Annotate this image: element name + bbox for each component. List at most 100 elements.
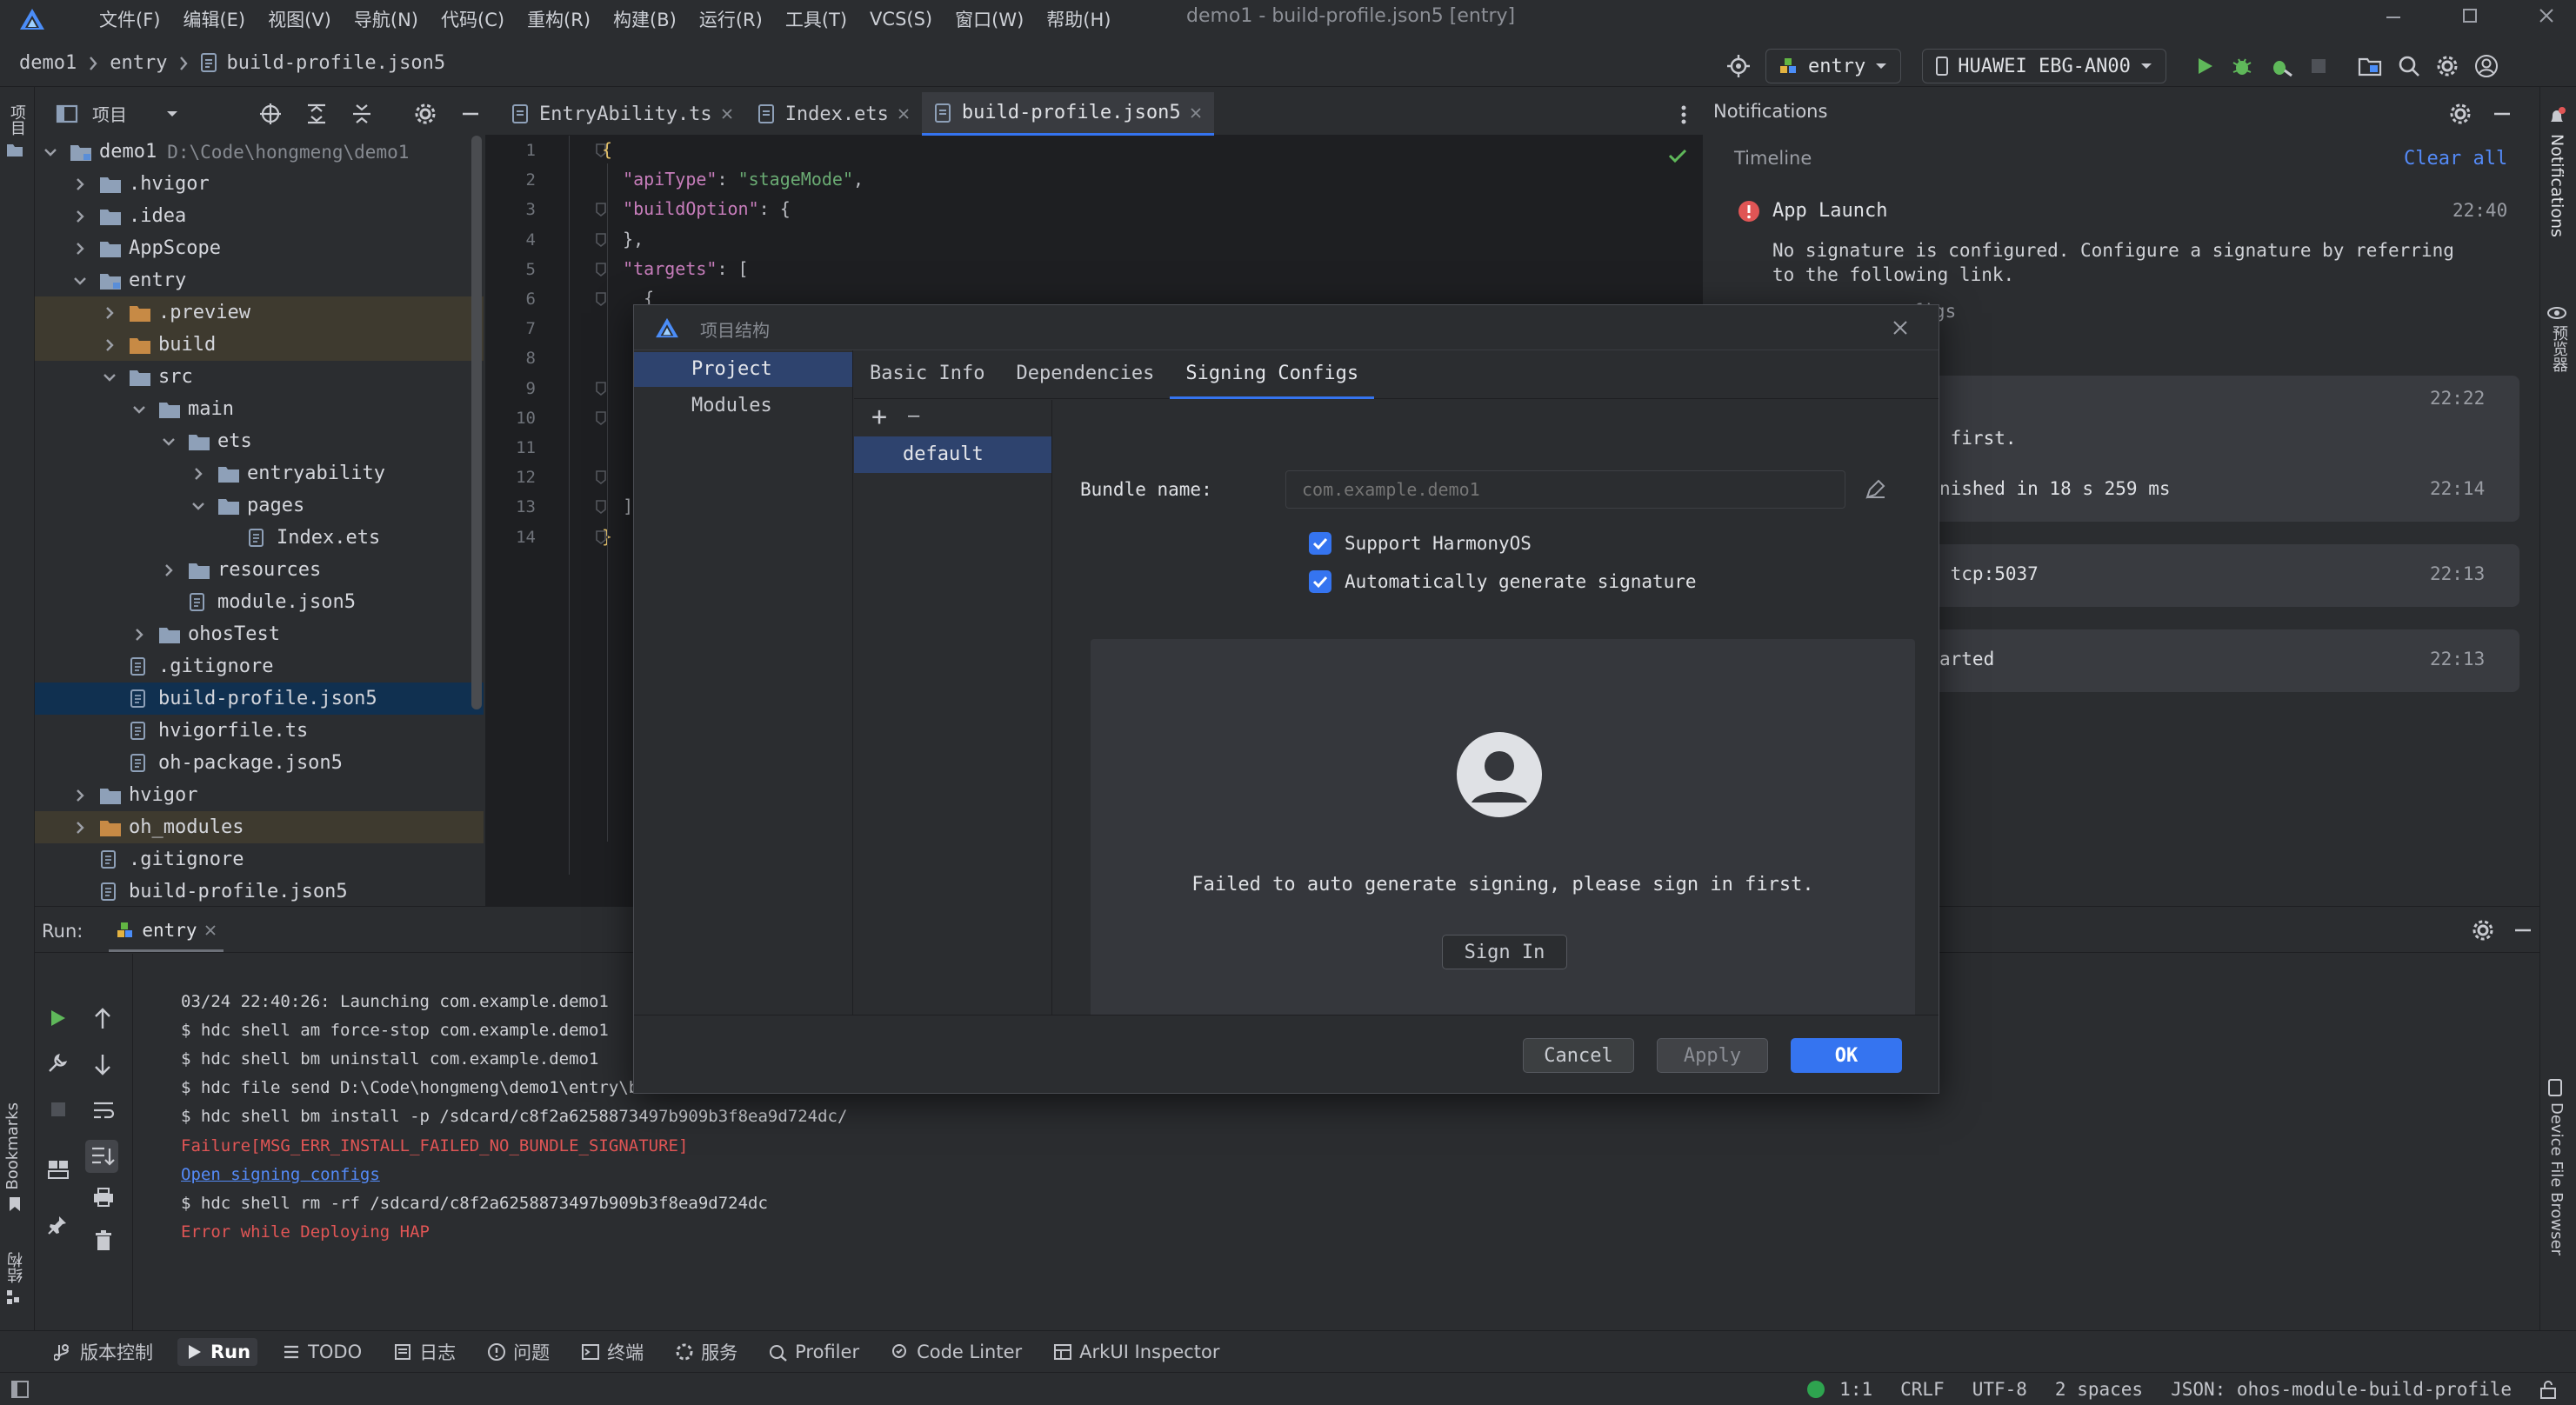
checkbox-1[interactable] <box>1308 569 1332 594</box>
close-tab-icon[interactable] <box>898 108 910 120</box>
chevron-right-icon[interactable] <box>73 210 87 223</box>
chevron-right-icon[interactable] <box>132 628 146 642</box>
caret-position[interactable]: 1:1 <box>1839 1379 1872 1400</box>
sign-in-button[interactable]: Sign In <box>1442 935 1567 969</box>
checkbox-row-1[interactable]: Automatically generate signature <box>1308 569 1697 594</box>
run-icon[interactable] <box>2194 56 2215 77</box>
breadcrumb-entry[interactable]: entry <box>110 52 167 74</box>
menu-item-8[interactable]: 工具(T) <box>785 6 847 32</box>
window-layout-icon[interactable] <box>10 1380 30 1399</box>
tree-item[interactable]: build-profile.json5 <box>35 876 484 906</box>
structure-tool-button[interactable]: 结构 <box>5 1252 30 1306</box>
line-separator[interactable]: CRLF <box>1900 1379 1945 1400</box>
device-file-browser-button[interactable]: Device File Browser <box>2547 1078 2572 1255</box>
hide-panel-icon[interactable] <box>461 103 480 125</box>
dialog-sidebar-item-0[interactable]: Project <box>634 352 852 387</box>
tree-item[interactable]: hvigorfile.ts <box>35 715 484 747</box>
tree-item[interactable]: main <box>35 393 484 425</box>
chevron-right-icon[interactable] <box>73 242 87 256</box>
apply-button[interactable]: Apply <box>1657 1038 1768 1073</box>
tree-item[interactable]: entry <box>35 264 484 296</box>
chevron-down-icon[interactable] <box>191 499 205 513</box>
close-tab-icon[interactable] <box>721 108 733 120</box>
tree-item[interactable]: .gitignore <box>35 650 484 683</box>
menu-item-9[interactable]: VCS(S) <box>870 9 932 30</box>
edit-pencil-icon[interactable] <box>1865 479 1885 500</box>
maximize-icon[interactable] <box>2461 7 2479 24</box>
tree-item[interactable]: entryability <box>35 457 484 489</box>
minimize-icon[interactable] <box>2385 7 2402 24</box>
collapse-all-icon[interactable] <box>351 103 372 125</box>
target-icon[interactable] <box>1727 55 1750 77</box>
json-schema[interactable]: JSON: ohos-module-build-profile <box>2171 1379 2512 1400</box>
notifications-tool-button[interactable]: Notifications <box>2547 106 2572 237</box>
debug-icon[interactable] <box>2231 55 2253 77</box>
project-panel-title[interactable]: 项目 <box>92 101 127 126</box>
tree-item[interactable]: build-profile.json5 <box>35 683 484 715</box>
tool-window-terminal[interactable]: 终端 <box>581 1339 644 1365</box>
tool-window-services[interactable]: 服务 <box>675 1339 737 1365</box>
file-encoding[interactable]: UTF-8 <box>1972 1379 2027 1400</box>
tree-item[interactable]: oh-package.json5 <box>35 747 484 779</box>
indent-setting[interactable]: 2 spaces <box>2055 1379 2143 1400</box>
tree-item[interactable]: .hvigor <box>35 168 484 200</box>
clear-all-link[interactable]: Clear all <box>2404 148 2507 170</box>
tool-window-problems[interactable]: 问题 <box>487 1339 550 1365</box>
cancel-button[interactable]: Cancel <box>1523 1038 1634 1073</box>
tree-item[interactable]: resources <box>35 554 484 586</box>
expand-all-icon[interactable] <box>306 103 327 125</box>
tree-item[interactable]: src <box>35 361 484 393</box>
close-window-icon[interactable] <box>2538 7 2555 24</box>
tree-item[interactable]: Index.ets <box>35 522 484 554</box>
ok-button[interactable]: OK <box>1791 1038 1902 1073</box>
run-config-selector[interactable]: entry <box>1765 49 1902 83</box>
menu-item-3[interactable]: 导航(N) <box>354 6 418 32</box>
close-dialog-icon[interactable] <box>1892 319 1909 336</box>
menu-item-5[interactable]: 重构(R) <box>527 6 591 32</box>
tree-root[interactable]: demo1 D:\Code\hongmeng\demo1 <box>35 136 484 168</box>
tree-item[interactable]: .idea <box>35 200 484 232</box>
dialog-tab-2[interactable]: Signing Configs <box>1170 350 1375 399</box>
chevron-right-icon[interactable] <box>191 467 205 481</box>
tool-window-arkui-inspector[interactable]: ArkUI Inspector <box>1053 1342 1220 1362</box>
signing-config-item[interactable]: default <box>854 436 1051 473</box>
chevron-down-icon[interactable] <box>103 370 117 384</box>
settings-gear-icon[interactable] <box>2436 55 2459 77</box>
chevron-right-icon[interactable] <box>73 821 87 835</box>
tree-item[interactable]: .preview <box>35 296 484 329</box>
bookmarks-tool-button[interactable]: Bookmarks <box>3 1102 30 1213</box>
menu-item-2[interactable]: 视图(V) <box>268 6 331 32</box>
chevron-right-icon[interactable] <box>103 306 117 320</box>
readonly-lock-icon[interactable] <box>2539 1380 2557 1399</box>
tree-item[interactable]: ets <box>35 425 484 457</box>
tool-window-code-linter[interactable]: Code Linter <box>891 1342 1022 1362</box>
chevron-right-icon[interactable] <box>73 177 87 191</box>
tree-scrollbar[interactable] <box>471 136 482 709</box>
tree-item[interactable]: module.json5 <box>35 586 484 618</box>
panel-settings-icon[interactable] <box>414 103 437 125</box>
tree-item[interactable]: pages <box>35 489 484 522</box>
locate-file-icon[interactable] <box>259 103 282 125</box>
editor-tab-1[interactable]: Index.ets <box>745 92 922 136</box>
attach-debugger-icon[interactable] <box>2269 55 2293 77</box>
menu-item-4[interactable]: 代码(C) <box>441 6 504 32</box>
search-icon[interactable] <box>2398 55 2420 77</box>
tool-window-vcs[interactable]: 版本控制 <box>54 1339 153 1365</box>
tool-window-log[interactable]: 日志 <box>393 1339 456 1365</box>
add-config-button[interactable]: + <box>871 402 887 432</box>
tree-item[interactable]: hvigor <box>35 779 484 811</box>
menu-item-11[interactable]: 帮助(H) <box>1046 6 1111 32</box>
chevron-down-icon[interactable] <box>73 274 87 288</box>
tree-item[interactable]: build <box>35 329 484 361</box>
close-tab-icon[interactable] <box>1190 107 1202 119</box>
open-signing-configs-link[interactable]: Open signing configs <box>181 1165 380 1184</box>
project-structure-icon[interactable] <box>2358 56 2382 77</box>
chevron-right-icon[interactable] <box>162 563 176 577</box>
project-tool-button[interactable]: 项目 <box>5 104 30 158</box>
tool-window-run[interactable]: Run <box>177 1337 258 1366</box>
previewer-tool-button[interactable]: 预览器 <box>2547 306 2572 372</box>
dialog-tab-0[interactable]: Basic Info <box>854 350 1000 399</box>
tool-window-profiler[interactable]: Profiler <box>769 1342 859 1362</box>
tool-window-todo[interactable]: TODO <box>282 1342 362 1362</box>
tree-item[interactable]: ohosTest <box>35 618 484 650</box>
